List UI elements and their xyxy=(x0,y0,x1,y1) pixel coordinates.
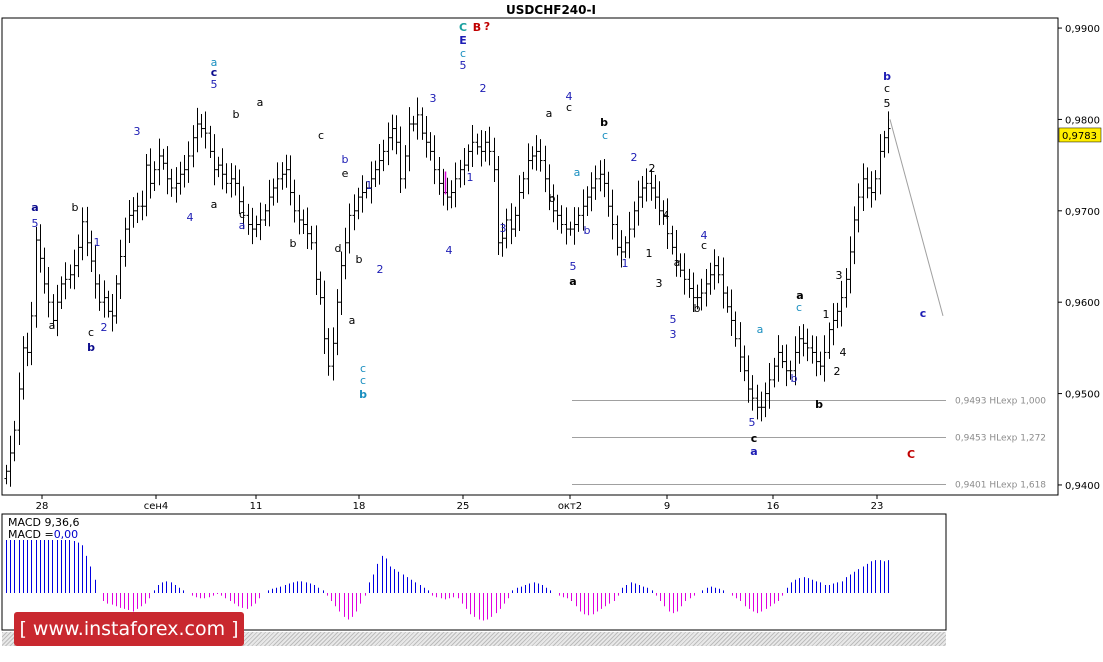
wave-label: 5 xyxy=(884,97,891,110)
wave-label: a xyxy=(757,323,764,336)
watermark-text: www.instaforex.com xyxy=(32,618,226,640)
wave-label: a xyxy=(674,256,681,269)
chart-window: 0,9493 HLexp 1,000 0,9453 HLexp 1,272 0,94… xyxy=(0,0,1103,662)
wave-label: c xyxy=(796,301,802,314)
y-tick-label: 0,9800 xyxy=(1065,115,1100,126)
wave-label: 3 xyxy=(134,125,141,138)
wave-label: 3 xyxy=(670,328,677,341)
wave-label: c xyxy=(88,326,94,339)
wave-label: b xyxy=(549,192,556,205)
current-price-label: 0,9783 xyxy=(1062,131,1097,142)
wave-label: b xyxy=(815,398,823,411)
price-panel-border xyxy=(1,17,1059,496)
wave-label: B xyxy=(473,21,481,34)
wave-label: a xyxy=(349,314,356,327)
projection-line xyxy=(889,119,944,317)
wave-label: c xyxy=(701,239,707,252)
wave-label: b xyxy=(233,108,240,121)
wave-label: c xyxy=(318,129,324,142)
wave-label: b xyxy=(694,302,701,315)
wave-label: c xyxy=(920,307,927,320)
wave-label: b xyxy=(72,201,79,214)
wave-label: 1 xyxy=(467,171,474,184)
wave-label: b xyxy=(87,341,95,354)
wave-label: 1 xyxy=(646,247,653,260)
watermark-logo: [ www.instaforex.com ] xyxy=(14,612,244,646)
x-tick-label: 9 xyxy=(664,501,670,512)
x-tick-label: 25 xyxy=(457,501,470,512)
wave-label: 2 xyxy=(834,365,841,378)
wave-label: 2 xyxy=(101,321,108,334)
wave-label: a xyxy=(257,96,264,109)
x-tick-label: 16 xyxy=(767,501,780,512)
wave-label: c xyxy=(566,101,572,114)
wave-label: 5 xyxy=(570,260,577,273)
wave-label: c xyxy=(884,82,890,95)
wave-label: 5 xyxy=(32,217,39,230)
price-chart: 0,9493 HLexp 1,000 0,9453 HLexp 1,272 0,94… xyxy=(1,3,1102,631)
wave-label: c xyxy=(751,432,758,445)
wave-label: b xyxy=(584,224,591,237)
wave-label: 4 xyxy=(187,211,194,224)
wave-label: 4 xyxy=(840,346,847,359)
wave-label: a xyxy=(750,445,757,458)
wave-label: b xyxy=(342,153,349,166)
wave-label: b xyxy=(359,388,367,401)
wave-label: a xyxy=(574,166,581,179)
wave-label: 4 xyxy=(446,244,453,257)
x-tick-label: 11 xyxy=(250,501,263,512)
wave-label: 2 xyxy=(480,82,487,95)
wave-label: 3 xyxy=(500,222,507,235)
wave-label: b xyxy=(356,253,363,266)
wave-label: d xyxy=(335,242,342,255)
wave-label: 5 xyxy=(749,416,756,429)
y-tick-label: 0,9600 xyxy=(1065,298,1100,309)
fibo-level-label: 0,9453 HLexp 1,272 xyxy=(955,434,1046,444)
wave-label: 2 xyxy=(631,151,638,164)
fibo-level-label: 0,9493 HLexp 1,000 xyxy=(955,397,1046,407)
wave-label: a xyxy=(49,319,56,332)
x-tick-label: окт2 xyxy=(558,501,582,512)
wave-label: b xyxy=(600,116,608,129)
wave-label: 2 xyxy=(649,162,656,175)
wave-label: 3 xyxy=(836,269,843,282)
x-tick-label: 18 xyxy=(353,501,366,512)
wave-label: C xyxy=(907,448,915,461)
wave-label: E xyxy=(459,34,467,47)
chart-title: USDCHF240-I xyxy=(506,3,596,17)
wave-label: 2 xyxy=(377,263,384,276)
wave-label: a xyxy=(211,198,218,211)
wave-label: 5 xyxy=(211,78,218,91)
wave-label: 1 xyxy=(366,179,373,192)
wave-label: e xyxy=(342,167,349,180)
x-tick-label: 28 xyxy=(36,501,49,512)
wave-label: b xyxy=(290,237,297,250)
y-tick-label: 0,9500 xyxy=(1065,390,1100,401)
wave-label: 3 xyxy=(430,92,437,105)
wave-label: C xyxy=(459,21,467,34)
wave-label: 5 xyxy=(460,59,467,72)
wave-label: 4 xyxy=(663,209,670,222)
wave-label: a xyxy=(239,219,246,232)
wave-label: 1 xyxy=(94,236,101,249)
wave-label: 1 xyxy=(823,308,830,321)
wave-label: 5 xyxy=(670,313,677,326)
y-tick-label: 0,9400 xyxy=(1065,481,1100,492)
x-tick-label: 23 xyxy=(871,501,884,512)
wave-label: a xyxy=(31,201,38,214)
wave-label: a xyxy=(569,275,576,288)
y-tick-label: 0,9700 xyxy=(1065,207,1100,218)
wave-label: b xyxy=(791,372,798,385)
fibo-level-label: 0,9401 HLexp 1,618 xyxy=(955,481,1046,491)
wave-label: ? xyxy=(484,20,490,33)
wave-label: a xyxy=(546,107,553,120)
wave-label: 1 xyxy=(622,257,629,270)
wave-label: 3 xyxy=(656,277,663,290)
wave-label: c xyxy=(360,374,366,387)
x-tick-label: сен4 xyxy=(144,501,169,512)
wave-label: c xyxy=(602,129,608,142)
y-tick-label: 0,9900 xyxy=(1065,24,1100,35)
macd-value: MACD =0,00 xyxy=(8,528,78,541)
